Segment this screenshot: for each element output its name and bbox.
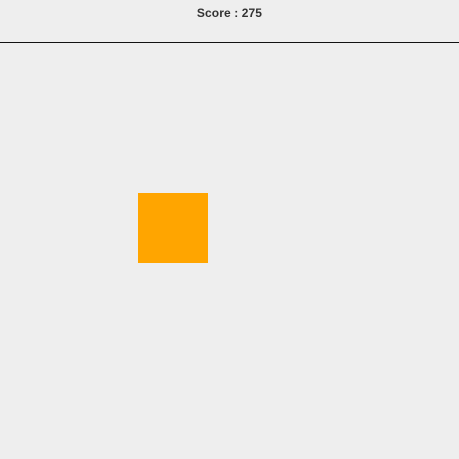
score-bar: Score : 275: [0, 0, 459, 43]
play-area[interactable]: [0, 44, 459, 459]
game-window: Score : 275: [0, 0, 459, 459]
target-square[interactable]: [138, 193, 208, 263]
score-label: Score : 275: [196, 6, 263, 20]
